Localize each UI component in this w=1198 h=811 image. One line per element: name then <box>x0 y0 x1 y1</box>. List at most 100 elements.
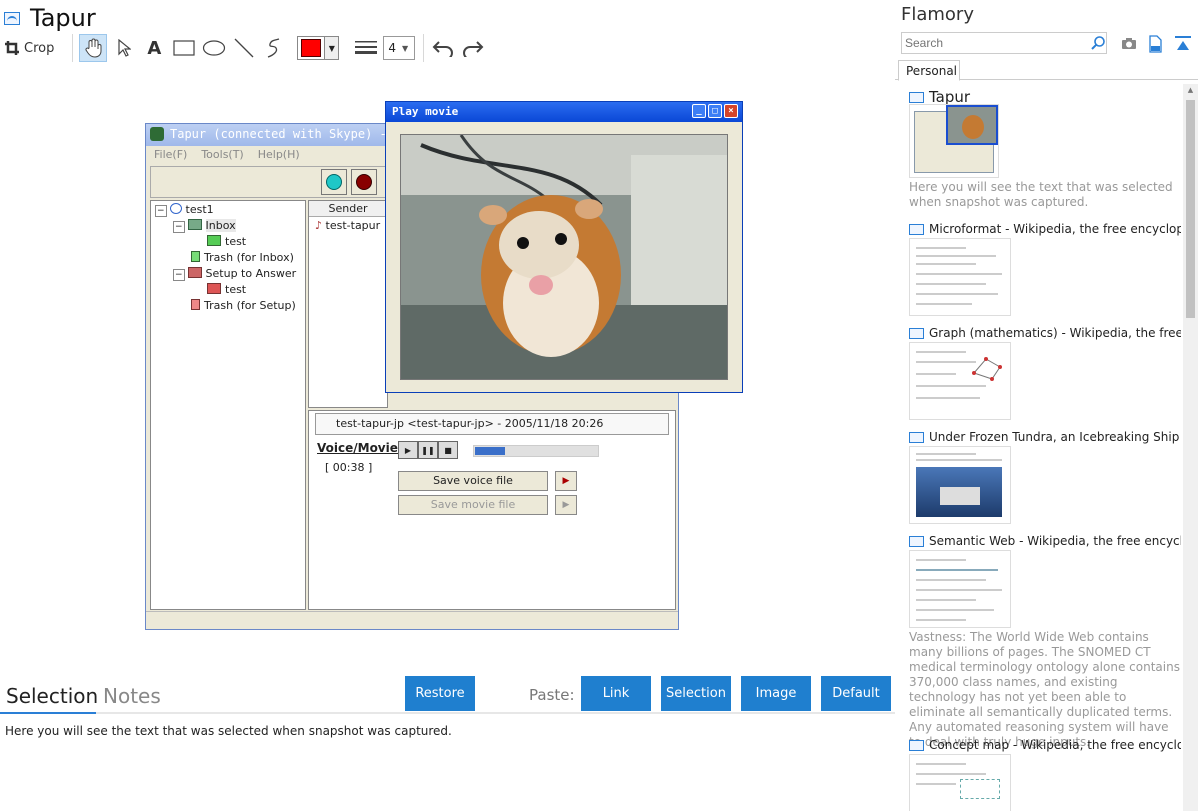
tree-node: Trash (for Setup) <box>191 299 296 312</box>
minimize-icon: _ <box>692 104 706 118</box>
play-movie-title: Play movie _ □ × <box>386 102 742 122</box>
maximize-icon: □ <box>708 104 722 118</box>
toolbar: Crop A ▼ 4 ▼ <box>4 33 488 63</box>
rectangle-icon <box>173 40 195 56</box>
line-width-icon <box>351 34 381 62</box>
toolbar-divider <box>423 34 425 62</box>
list-item-snippet: Here you will see the text that was sele… <box>909 180 1173 209</box>
crop-button[interactable]: Crop <box>4 34 54 62</box>
tab-selection[interactable]: Selection <box>6 684 98 708</box>
ellipse-icon <box>203 40 226 56</box>
list-item[interactable]: Concept map - Wikipedia, the free encycl… <box>909 738 1181 811</box>
close-icon: × <box>724 104 738 118</box>
list-item-title: Concept map - Wikipedia, the free encycl… <box>929 738 1181 752</box>
column-header-sender: Sender <box>309 201 387 217</box>
line-tool-button[interactable] <box>229 34 259 62</box>
search-input[interactable] <box>901 32 1107 54</box>
save-voice-file-button: Save voice file <box>398 471 548 491</box>
list-item-thumbnail <box>909 446 1011 524</box>
color-swatch <box>301 39 322 57</box>
undo-icon <box>432 41 454 57</box>
ellipse-tool-button[interactable] <box>199 34 229 62</box>
list-item[interactable]: Graph (mathematics) - Wikipedia, the fre… <box>909 326 1181 420</box>
voice-movie-label: Voice/Movie: <box>317 441 403 455</box>
freehand-icon <box>268 38 280 58</box>
menu-help: Help(H) <box>257 148 300 161</box>
play-icon: ▶ <box>398 441 418 459</box>
stop-icon: ■ <box>438 441 458 459</box>
hand-tool-button[interactable] <box>79 34 108 62</box>
list-item-thumbnail <box>909 550 1011 628</box>
movie-frame <box>400 134 728 380</box>
tree-node: − Inbox <box>173 219 236 233</box>
collapse-top-icon[interactable] <box>1174 35 1192 53</box>
paste-default-button[interactable]: Default <box>821 676 891 711</box>
tab-notes[interactable]: Notes <box>103 684 161 708</box>
scrollbar-thumb[interactable] <box>1186 100 1195 318</box>
playback-progress <box>473 445 599 457</box>
arrow-pointer-icon <box>118 39 132 57</box>
list-item-thumbnail <box>909 104 999 178</box>
document-icon[interactable] <box>1146 35 1164 53</box>
player-controls: ▶ ❚❚ ■ <box>398 441 458 459</box>
paste-link-button[interactable]: Link <box>581 676 651 711</box>
text-tool-button[interactable]: A <box>139 34 169 62</box>
select-tool-button[interactable] <box>109 34 139 62</box>
tree-node: Trash (for Inbox) <box>191 251 294 264</box>
color-picker[interactable]: ▼ <box>297 36 340 60</box>
list-item-title: Microformat - Wikipedia, the free encycl… <box>929 222 1181 236</box>
record-play-button <box>321 169 347 195</box>
freehand-tool-button[interactable] <box>259 34 289 62</box>
sidebar-scrollbar[interactable]: ▲ <box>1183 84 1198 811</box>
scroll-up-icon[interactable]: ▲ <box>1186 86 1195 96</box>
message-header: test-tapur-jp <test-tapur-jp> - 2005/11/… <box>315 413 669 435</box>
tapur-toolbar-buttons <box>314 166 384 198</box>
list-item[interactable]: Microformat - Wikipedia, the free encycl… <box>909 222 1181 316</box>
menu-tools: Tools(T) <box>201 148 244 161</box>
paste-selection-button[interactable]: Selection <box>661 676 731 711</box>
search-icon[interactable] <box>1090 35 1106 51</box>
redo-button[interactable] <box>458 34 488 62</box>
site-icon <box>909 91 924 103</box>
tree-node: − Setup to Answer <box>173 267 297 281</box>
title-row: Tapur <box>4 4 96 32</box>
tab-personal[interactable]: Personal <box>898 60 960 81</box>
list-item-thumbnail <box>909 238 1011 316</box>
rectangle-tool-button[interactable] <box>169 34 199 62</box>
line-width-value: 4 <box>388 41 396 55</box>
chevron-down-icon: ▼ <box>324 37 339 59</box>
sidebar-app-name: Flamory <box>901 4 974 25</box>
chevron-down-icon: ▼ <box>401 43 409 53</box>
site-icon <box>909 431 924 443</box>
line-icon <box>234 38 254 58</box>
list-item[interactable]: Semantic Web - Wikipedia, the free encyc… <box>909 534 1181 750</box>
editor-pane: Tapur Crop A ▼ 4 ▼ Tapur (connected with… <box>0 0 895 811</box>
list-item[interactable]: Tapur Here you will see the text that wa… <box>909 88 1181 210</box>
paste-image-button[interactable]: Image <box>741 676 811 711</box>
site-icon <box>909 223 924 235</box>
hand-icon <box>85 38 102 58</box>
list-item-thumbnail <box>909 342 1011 420</box>
line-width-select[interactable]: 4 ▼ <box>383 36 416 60</box>
list-item[interactable]: Under Frozen Tundra, an Icebreaking Ship… <box>909 430 1181 524</box>
camera-icon[interactable] <box>1120 35 1138 53</box>
undo-button[interactable] <box>428 34 458 62</box>
message-row: ♪ test-tapur <box>315 219 381 232</box>
list-item-title: Graph (mathematics) - Wikipedia, the fre… <box>929 326 1181 340</box>
folder-tree: − test1 − Inbox test Trash (for Inbox) − Se… <box>150 200 306 610</box>
text-tool-icon: A <box>147 37 162 59</box>
snapshot-image: Tapur (connected with Skype) - tes File(… <box>145 100 745 630</box>
page-title: Tapur <box>30 4 96 32</box>
toolbar-divider <box>72 34 74 62</box>
tree-node: − test1 <box>155 203 214 217</box>
paste-label: Paste: <box>529 686 575 704</box>
save-movie-file-button: Save movie file <box>398 495 548 515</box>
list-item-title: Semantic Web - Wikipedia, the free encyc… <box>929 534 1181 548</box>
tree-node: test <box>207 283 246 296</box>
play-arrow-icon: ▶ <box>555 495 577 515</box>
redo-icon <box>463 41 484 57</box>
restore-button[interactable]: Restore <box>405 676 475 711</box>
tapur-statusbar <box>146 611 678 629</box>
selection-text: Here you will see the text that was sele… <box>5 724 452 738</box>
hamster-video-frame <box>401 135 727 379</box>
